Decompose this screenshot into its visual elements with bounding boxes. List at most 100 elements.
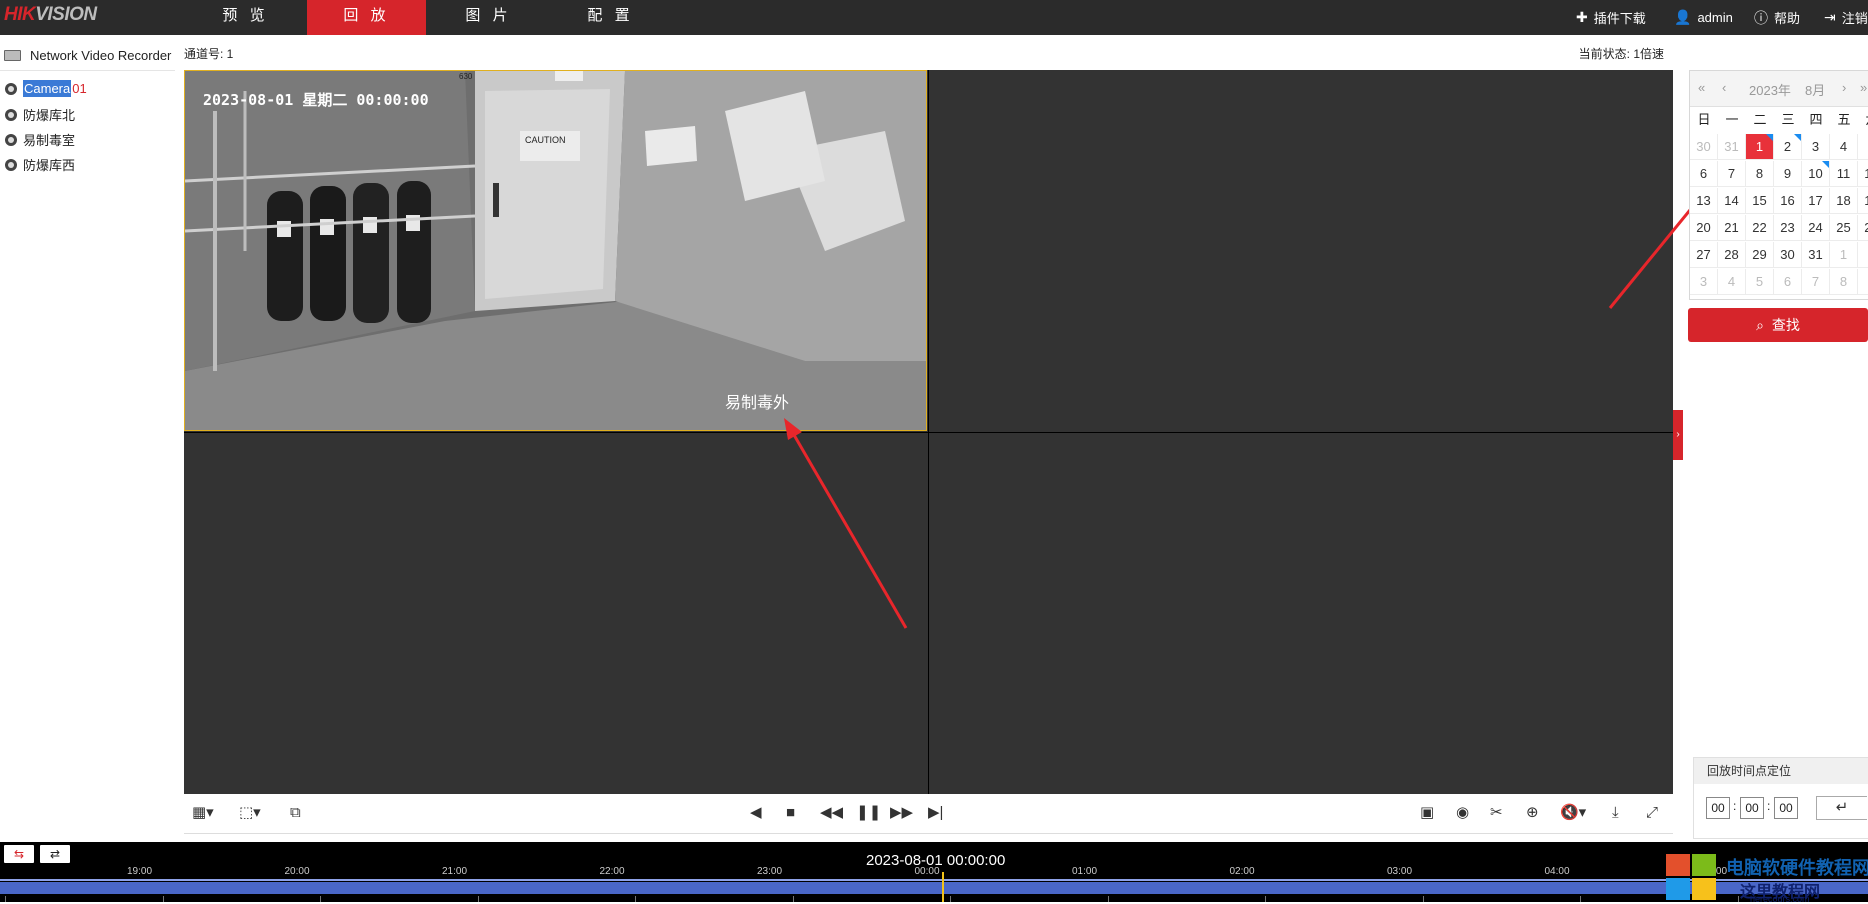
channel-item-camera[interactable]: Camera 01 bbox=[5, 80, 87, 97]
search-button[interactable]: ⌕ 查找 bbox=[1688, 308, 1868, 342]
calendar-day[interactable]: 18 bbox=[1830, 188, 1858, 214]
calendar-day-other-month[interactable]: 1 bbox=[1830, 242, 1858, 268]
calendar-day-other-month[interactable]: 5 bbox=[1746, 269, 1774, 295]
info-icon: ⓘ bbox=[1754, 9, 1768, 26]
nav-preview[interactable]: 预 览 bbox=[186, 0, 305, 35]
timeline-minor-tick bbox=[792, 896, 794, 902]
screen-switch-icon[interactable]: ⧉ bbox=[290, 805, 301, 821]
next-year-icon[interactable]: » bbox=[1860, 80, 1867, 95]
logout-link[interactable]: ⇥ 注销 bbox=[1824, 0, 1868, 35]
channel-item-4[interactable]: 防爆库西 bbox=[5, 155, 75, 174]
calendar-day-other-month[interactable]: 9 bbox=[1858, 269, 1868, 295]
timeline-zoom-out-button[interactable]: ⇄ bbox=[40, 845, 70, 863]
timeline-tick-label: 00:00 bbox=[914, 866, 940, 877]
calendar-day[interactable]: 7 bbox=[1718, 161, 1746, 187]
region-select-icon[interactable]: ⬚▾ bbox=[239, 805, 261, 821]
calendar-day-other-month[interactable]: 30 bbox=[1690, 134, 1718, 160]
calendar-day[interactable]: 11 bbox=[1830, 161, 1858, 187]
reverse-play-icon[interactable]: ◀ bbox=[750, 805, 762, 821]
window-layout-icon[interactable]: ▦▾ bbox=[192, 805, 214, 821]
prev-month-icon[interactable]: ‹ bbox=[1722, 80, 1726, 95]
download-icon[interactable]: ⤓ bbox=[1612, 805, 1619, 821]
prev-year-icon[interactable]: « bbox=[1698, 80, 1705, 95]
calendar-day[interactable]: 13 bbox=[1690, 188, 1718, 214]
calendar-day[interactable]: 26 bbox=[1858, 215, 1868, 241]
calendar-day[interactable]: 10 bbox=[1802, 161, 1830, 187]
timeline-cursor[interactable] bbox=[942, 872, 944, 902]
second-input[interactable]: 00 bbox=[1774, 797, 1798, 819]
nav-playback[interactable]: 回 放 bbox=[307, 0, 426, 35]
calendar-day-other-month[interactable]: 7 bbox=[1802, 269, 1830, 295]
audio-icon[interactable]: 🔇▾ bbox=[1560, 805, 1586, 821]
video-window-1[interactable]: CAUTION 630 2023-08-01 星期二 00:00:00 易制毒外 bbox=[184, 70, 927, 431]
pause-icon[interactable]: ❚❚ bbox=[856, 805, 881, 821]
hour-input[interactable]: 00 bbox=[1706, 797, 1730, 819]
calendar-day[interactable]: 2 bbox=[1774, 134, 1802, 160]
locate-go-button[interactable]: ↵ bbox=[1816, 796, 1867, 820]
minute-input[interactable]: 00 bbox=[1740, 797, 1764, 819]
calendar-day[interactable]: 1 bbox=[1746, 134, 1774, 160]
weekday-header: 五 bbox=[1837, 112, 1851, 127]
slow-down-icon[interactable]: ◀◀ bbox=[820, 805, 843, 821]
snapshot-icon[interactable]: ◉ bbox=[1456, 805, 1469, 821]
nav-picture[interactable]: 图 片 bbox=[429, 0, 548, 35]
video-grid[interactable]: CAUTION 630 2023-08-01 星期二 00:00:00 易制毒外 bbox=[184, 70, 1673, 794]
side-panel-toggle[interactable]: › bbox=[1673, 410, 1683, 460]
single-frame-icon[interactable]: ▶| bbox=[928, 805, 943, 821]
calendar-day[interactable]: 28 bbox=[1718, 242, 1746, 268]
plugin-download-link[interactable]: ✚ 插件下载 bbox=[1576, 0, 1646, 35]
timeline-minor-tick bbox=[320, 896, 321, 902]
calendar-day-other-month[interactable]: 8 bbox=[1830, 269, 1858, 295]
help-link[interactable]: ⓘ 帮助 bbox=[1754, 0, 1800, 35]
calendar-day[interactable]: 9 bbox=[1774, 161, 1802, 187]
calendar-day-other-month[interactable]: 2 bbox=[1858, 242, 1868, 268]
calendar-day[interactable]: 24 bbox=[1802, 215, 1830, 241]
video-window-2[interactable] bbox=[929, 70, 1673, 431]
timeline-zoom-in-button[interactable]: ⇆ bbox=[4, 845, 34, 863]
calendar-day[interactable]: 4 bbox=[1830, 134, 1858, 160]
user-menu[interactable]: 👤 admin bbox=[1674, 0, 1733, 35]
calendar-day[interactable]: 30 bbox=[1774, 242, 1802, 268]
channel-item-3[interactable]: 易制毒室 bbox=[5, 130, 75, 149]
timeline-tick-label: 04:00 bbox=[1544, 866, 1570, 877]
nav-configuration[interactable]: 配 置 bbox=[551, 0, 670, 35]
digital-zoom-icon[interactable]: ⊕ bbox=[1526, 805, 1539, 821]
calendar-day[interactable]: 31 bbox=[1802, 242, 1830, 268]
calendar-day[interactable]: 25 bbox=[1830, 215, 1858, 241]
calendar-day[interactable]: 5 bbox=[1858, 134, 1868, 160]
timeline-record-bar[interactable] bbox=[0, 882, 1868, 894]
clip-icon[interactable]: ✂ bbox=[1490, 805, 1503, 821]
stop-icon[interactable]: ■ bbox=[786, 805, 795, 821]
calendar-day-other-month[interactable]: 6 bbox=[1774, 269, 1802, 295]
calendar-day-other-month[interactable]: 4 bbox=[1718, 269, 1746, 295]
calendar-day[interactable]: 14 bbox=[1718, 188, 1746, 214]
timeline[interactable]: ⇆ ⇄ 2023-08-01 00:00:00 19:00 20:00 21:00 2… bbox=[0, 842, 1868, 902]
channel-label: 防爆库西 bbox=[23, 158, 76, 173]
calendar-day[interactable]: 22 bbox=[1746, 215, 1774, 241]
calendar-day[interactable]: 21 bbox=[1718, 215, 1746, 241]
calendar-day[interactable]: 19 bbox=[1858, 188, 1868, 214]
channel-number-text: 通道号: 1 bbox=[184, 47, 234, 61]
calendar-day[interactable]: 16 bbox=[1774, 188, 1802, 214]
video-window-4[interactable] bbox=[929, 433, 1673, 794]
calendar-day[interactable]: 27 bbox=[1690, 242, 1718, 268]
calendar-day[interactable]: 8 bbox=[1746, 161, 1774, 187]
playback-toolbar: ▦▾ ⬚▾ ⧉ ◀ ■ ◀◀ ❚❚ ▶▶ ▶| ▣ ◉ ✂ ⊕ 🔇▾ ⤓ ⤢ bbox=[184, 795, 1673, 834]
speed-up-icon[interactable]: ▶▶ bbox=[890, 805, 913, 821]
calendar-day-other-month[interactable]: 31 bbox=[1718, 134, 1746, 160]
calendar-day[interactable]: 15 bbox=[1746, 188, 1774, 214]
stop-all-icon[interactable]: ▣ bbox=[1420, 805, 1434, 821]
device-tree-root[interactable]: Network Video Recorder bbox=[4, 48, 171, 63]
calendar-day-other-month[interactable]: 3 bbox=[1690, 269, 1718, 295]
fullscreen-icon[interactable]: ⤢ bbox=[1646, 805, 1658, 821]
calendar-day[interactable]: 29 bbox=[1746, 242, 1774, 268]
next-month-icon[interactable]: › bbox=[1842, 80, 1846, 95]
channel-item-2[interactable]: 防爆库北 bbox=[5, 105, 75, 124]
calendar-day[interactable]: 12 bbox=[1858, 161, 1868, 187]
calendar-day[interactable]: 23 bbox=[1774, 215, 1802, 241]
calendar-day[interactable]: 6 bbox=[1690, 161, 1718, 187]
calendar-day[interactable]: 17 bbox=[1802, 188, 1830, 214]
calendar-day[interactable]: 20 bbox=[1690, 215, 1718, 241]
calendar-day[interactable]: 3 bbox=[1802, 134, 1830, 160]
logout-icon: ⇥ bbox=[1824, 9, 1836, 25]
